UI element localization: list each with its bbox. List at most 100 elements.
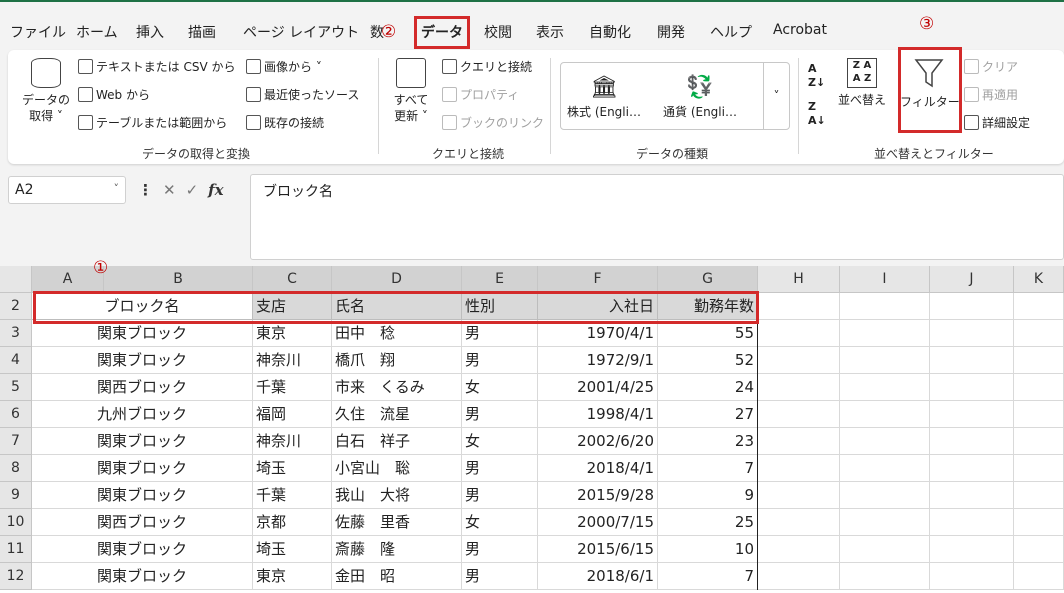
table-cell[interactable]: 男 <box>462 401 538 428</box>
empty-cell[interactable] <box>930 320 1014 347</box>
empty-cell[interactable] <box>840 455 930 482</box>
from-web-button[interactable]: Web から <box>78 86 150 103</box>
col-header-c[interactable]: C <box>253 266 332 293</box>
table-cell[interactable]: 24 <box>658 374 758 401</box>
select-all-corner[interactable] <box>0 266 32 293</box>
table-cell[interactable]: 千葉 <box>253 374 332 401</box>
table-cell[interactable]: 田中 稔 <box>332 320 462 347</box>
tab-help[interactable]: ヘルプ <box>710 22 752 42</box>
currencies-data-type[interactable]: 💱 通貨 (Engli… <box>663 73 737 120</box>
empty-cell[interactable] <box>930 401 1014 428</box>
empty-cell[interactable] <box>840 563 930 590</box>
empty-cell[interactable] <box>840 374 930 401</box>
col-header-i[interactable]: I <box>840 266 930 293</box>
table-cell[interactable]: 埼玉 <box>253 455 332 482</box>
table-header-cell[interactable]: 支店 <box>253 293 332 320</box>
chevron-down-icon[interactable]: ˅ <box>763 63 789 129</box>
empty-cell[interactable] <box>930 374 1014 401</box>
queries-connections-button[interactable]: クエリと接続 <box>442 58 532 75</box>
from-picture-button[interactable]: 画像から ˅ <box>246 58 322 75</box>
table-cell[interactable]: 関東ブロック <box>32 536 253 563</box>
table-cell[interactable]: 2015/9/28 <box>538 482 658 509</box>
table-cell[interactable]: 福岡 <box>253 401 332 428</box>
row-header[interactable]: 8 <box>0 455 32 482</box>
advanced-filter-button[interactable]: 詳細設定 <box>964 114 1030 131</box>
table-cell[interactable]: 関西ブロック <box>32 374 253 401</box>
empty-cell[interactable] <box>1014 374 1064 401</box>
empty-cell[interactable] <box>758 401 840 428</box>
empty-cell[interactable] <box>758 347 840 374</box>
tab-data[interactable]: データ <box>421 22 463 42</box>
empty-cell[interactable] <box>840 401 930 428</box>
empty-cell[interactable] <box>1014 455 1064 482</box>
table-cell[interactable]: 橋爪 翔 <box>332 347 462 374</box>
row-header[interactable]: 12 <box>0 563 32 590</box>
table-cell[interactable]: 我山 大将 <box>332 482 462 509</box>
table-cell[interactable]: 東京 <box>253 320 332 347</box>
empty-cell[interactable] <box>930 509 1014 536</box>
table-cell[interactable]: 佐藤 里香 <box>332 509 462 536</box>
empty-cell[interactable] <box>930 482 1014 509</box>
row-header[interactable]: 3 <box>0 320 32 347</box>
from-table-range-button[interactable]: テーブルまたは範囲から <box>78 114 227 131</box>
clear-filter-button[interactable]: クリア <box>964 58 1018 75</box>
table-cell[interactable]: 男 <box>462 455 538 482</box>
table-header-cell[interactable]: 入社日 <box>538 293 658 320</box>
enter-icon[interactable]: ✓ <box>186 181 199 199</box>
table-cell[interactable]: 男 <box>462 563 538 590</box>
table-cell[interactable]: 男 <box>462 347 538 374</box>
table-cell[interactable]: 2015/6/15 <box>538 536 658 563</box>
workbook-links-button[interactable]: ブックのリンク <box>442 114 544 131</box>
tab-review[interactable]: 校閲 <box>484 22 512 42</box>
empty-cell[interactable] <box>1014 536 1064 563</box>
empty-cell[interactable] <box>840 347 930 374</box>
filter-button[interactable]: フィルター <box>900 56 960 110</box>
table-cell[interactable]: 男 <box>462 482 538 509</box>
col-header-e[interactable]: E <box>462 266 538 293</box>
table-cell[interactable]: 27 <box>658 401 758 428</box>
properties-button[interactable]: プロパティ <box>442 86 519 103</box>
table-cell[interactable]: 1970/4/1 <box>538 320 658 347</box>
table-cell[interactable]: 男 <box>462 320 538 347</box>
table-cell[interactable]: 2018/4/1 <box>538 455 658 482</box>
table-cell[interactable]: 市来 くるみ <box>332 374 462 401</box>
table-cell[interactable]: 2000/7/15 <box>538 509 658 536</box>
table-cell[interactable]: 23 <box>658 428 758 455</box>
empty-cell[interactable] <box>758 455 840 482</box>
col-header-k[interactable]: K <box>1014 266 1064 293</box>
table-cell[interactable]: 1998/4/1 <box>538 401 658 428</box>
table-cell[interactable]: 関東ブロック <box>32 482 253 509</box>
col-header-b[interactable]: B <box>104 266 253 293</box>
empty-cell[interactable] <box>758 320 840 347</box>
empty-cell[interactable] <box>758 509 840 536</box>
empty-cell[interactable] <box>1014 509 1064 536</box>
tab-view[interactable]: 表示 <box>536 22 564 42</box>
row-header[interactable]: 5 <box>0 374 32 401</box>
empty-cell[interactable] <box>758 374 840 401</box>
empty-cell[interactable] <box>930 428 1014 455</box>
empty-cell[interactable] <box>930 347 1014 374</box>
table-cell[interactable]: 関東ブロック <box>32 347 253 374</box>
row-header[interactable]: 11 <box>0 536 32 563</box>
empty-cell[interactable] <box>1014 293 1064 320</box>
table-cell[interactable]: 関東ブロック <box>32 428 253 455</box>
table-cell[interactable]: 2001/4/25 <box>538 374 658 401</box>
empty-cell[interactable] <box>840 320 930 347</box>
col-header-j[interactable]: J <box>930 266 1014 293</box>
table-cell[interactable]: 京都 <box>253 509 332 536</box>
col-header-f[interactable]: F <box>538 266 658 293</box>
col-header-h[interactable]: H <box>758 266 840 293</box>
empty-cell[interactable] <box>758 536 840 563</box>
table-cell[interactable]: 埼玉 <box>253 536 332 563</box>
sort-ascending-icon[interactable]: A Z↓ <box>808 62 825 90</box>
row-header[interactable]: 4 <box>0 347 32 374</box>
tab-insert[interactable]: 挿入 <box>136 22 164 42</box>
empty-cell[interactable] <box>758 563 840 590</box>
name-box[interactable]: A2 ˅ <box>8 176 126 204</box>
empty-cell[interactable] <box>840 293 930 320</box>
sort-button[interactable]: Z AA Z 並べ替え <box>834 58 890 108</box>
tab-draw[interactable]: 描画 <box>188 22 216 42</box>
empty-cell[interactable] <box>1014 428 1064 455</box>
table-cell[interactable]: 女 <box>462 374 538 401</box>
tab-automate[interactable]: 自動化 <box>589 22 631 42</box>
